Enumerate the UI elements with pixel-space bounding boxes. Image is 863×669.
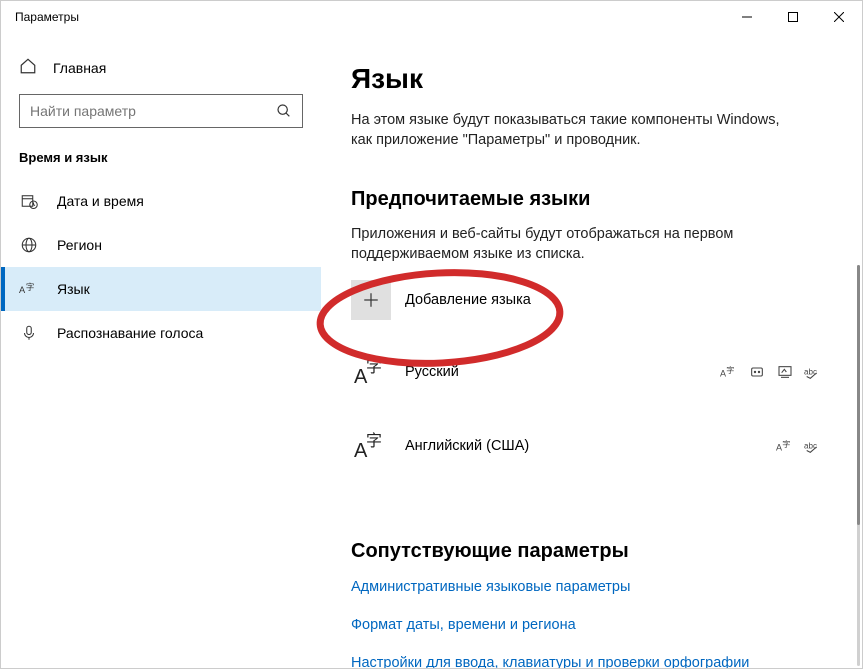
sidebar-item-label: Язык: [57, 281, 90, 297]
link-input-keyboard-spelling[interactable]: Настройки для ввода, клавиатуры и провер…: [351, 655, 822, 668]
calendar-clock-icon: [19, 191, 39, 211]
search-input[interactable]: [20, 103, 266, 119]
svg-text:字: 字: [26, 282, 34, 292]
svg-text:A: A: [19, 285, 26, 295]
sidebar-item-label: Распознавание голоса: [57, 325, 203, 341]
svg-text:字: 字: [726, 365, 734, 375]
page-description: На этом языке будут показываться такие к…: [351, 111, 781, 150]
titlebar: Параметры: [1, 1, 862, 33]
scrollbar-thumb[interactable]: [857, 265, 860, 525]
handwriting-icon: [776, 363, 794, 381]
preferred-languages-title: Предпочитаемые языки: [351, 188, 822, 211]
language-item-english-us[interactable]: A 字 Английский (США) A字 abc: [351, 416, 822, 490]
related-settings-title: Сопутствующие параметры: [351, 540, 822, 563]
spellcheck-icon: abc: [804, 437, 822, 455]
close-button[interactable]: [816, 1, 862, 33]
language-item-russian[interactable]: A 字 Русский A字 abc: [351, 342, 822, 416]
globe-icon: [19, 235, 39, 255]
sidebar-section-title: Время и язык: [1, 150, 321, 179]
add-language-button[interactable]: Добавление языка: [351, 280, 822, 320]
maximize-button[interactable]: [770, 1, 816, 33]
sidebar-item-region[interactable]: Регион: [1, 223, 321, 267]
language-name: Английский (США): [405, 438, 762, 454]
svg-text:abc: abc: [804, 442, 817, 451]
sidebar-item-language[interactable]: A 字 Язык: [1, 267, 321, 311]
window-title: Параметры: [15, 10, 79, 24]
main-content: Язык На этом языке будут показываться та…: [321, 33, 862, 668]
close-icon: [834, 12, 844, 22]
svg-text:A: A: [776, 443, 782, 453]
sidebar: Главная Время и язык Дата и время: [1, 33, 321, 668]
svg-text:abc: abc: [804, 368, 817, 377]
svg-text:字: 字: [366, 432, 382, 450]
sidebar-item-label: Регион: [57, 237, 102, 253]
sidebar-item-speech[interactable]: Распознавание голоса: [1, 311, 321, 355]
language-icon: A 字: [19, 279, 39, 299]
search-icon: [266, 103, 302, 119]
link-date-time-region-format[interactable]: Формат даты, времени и региона: [351, 617, 822, 633]
display-language-icon: A字: [720, 363, 738, 381]
svg-text:字: 字: [782, 439, 790, 449]
microphone-icon: [19, 323, 39, 343]
home-label: Главная: [53, 60, 106, 76]
display-language-icon: A字: [776, 437, 794, 455]
svg-text:A: A: [720, 369, 726, 379]
home-nav[interactable]: Главная: [1, 49, 321, 86]
language-feature-indicators: A字 abc: [776, 437, 822, 455]
sidebar-item-label: Дата и время: [57, 193, 144, 209]
language-glyph-icon: A 字: [351, 426, 391, 466]
spellcheck-icon: abc: [804, 363, 822, 381]
minimize-button[interactable]: [724, 1, 770, 33]
plus-icon: [351, 280, 391, 320]
add-language-label: Добавление языка: [405, 292, 531, 308]
preferred-languages-description: Приложения и веб-сайты будут отображатьс…: [351, 225, 781, 264]
search-input-container[interactable]: [19, 94, 303, 128]
minimize-icon: [742, 12, 752, 22]
language-feature-indicators: A字 abc: [720, 363, 822, 381]
text-to-speech-icon: [748, 363, 766, 381]
sidebar-item-datetime[interactable]: Дата и время: [1, 179, 321, 223]
window-controls: [724, 1, 862, 33]
link-admin-language-settings[interactable]: Административные языковые параметры: [351, 579, 822, 595]
page-title: Язык: [351, 63, 822, 95]
maximize-icon: [788, 12, 798, 22]
language-name: Русский: [405, 364, 706, 380]
language-glyph-icon: A 字: [351, 352, 391, 392]
svg-text:字: 字: [366, 358, 382, 376]
home-icon: [19, 57, 37, 78]
